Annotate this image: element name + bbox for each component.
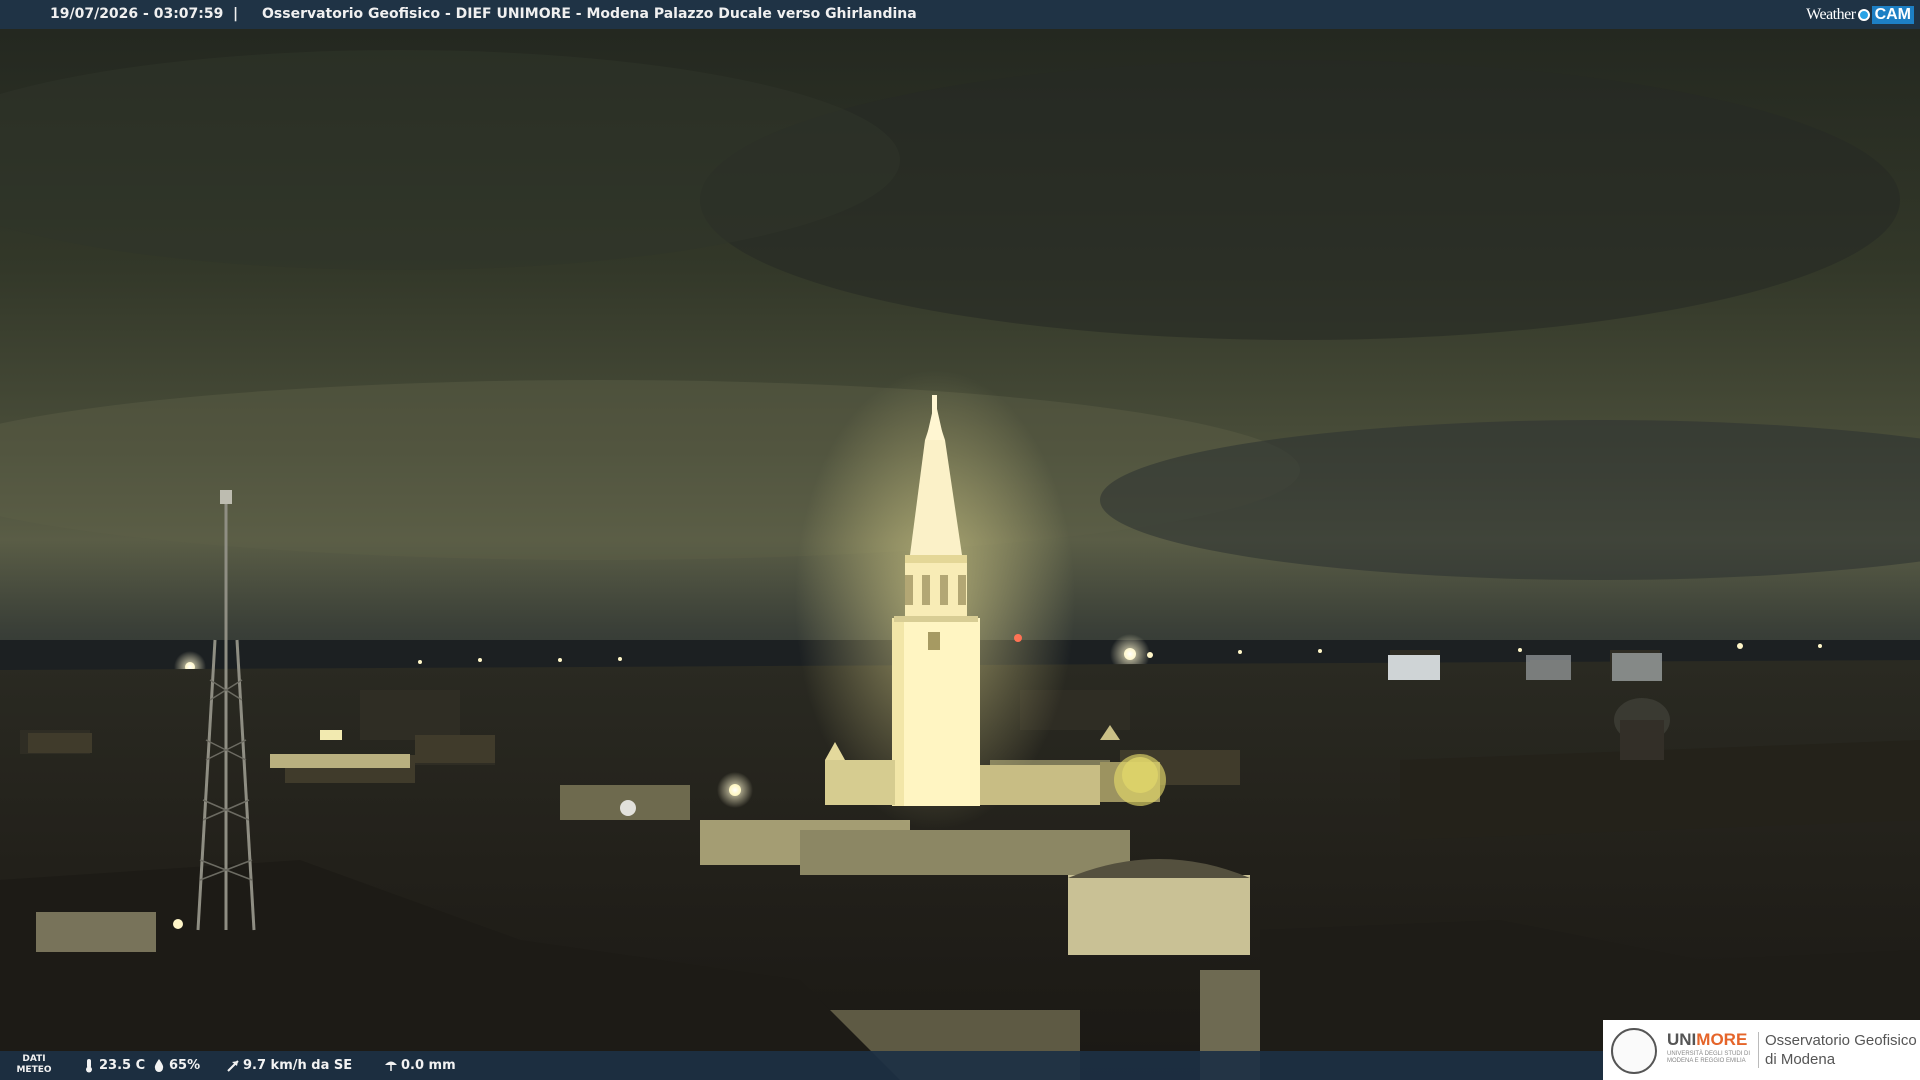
thermometer-icon — [86, 1059, 92, 1073]
humidity-item: 65% — [152, 1058, 200, 1073]
unimore-subtitle: UNIVERSITÀ DEGLI STUDI DI MODENA E REGGI… — [1667, 1051, 1751, 1064]
weathercam-logo: Weather CAM — [1806, 4, 1914, 26]
brand-dot-icon — [1857, 9, 1870, 21]
observatory-line2: di Modena — [1765, 1051, 1836, 1068]
humidity-value: 65% — [169, 1058, 201, 1073]
meteo-bar: DATI METEO 23.5 C 65% 9.7 km/h da SE 0.0… — [0, 1051, 1605, 1080]
wind-item: 9.7 km/h da SE — [226, 1058, 352, 1073]
wind-value: 9.7 km/h da SE — [243, 1058, 353, 1073]
observatory-line1: Osservatorio Geofisico — [1765, 1032, 1917, 1049]
rain-value: 0.0 mm — [401, 1058, 456, 1073]
brand-weather: Weather — [1806, 6, 1856, 23]
logo-divider — [1758, 1032, 1759, 1068]
brand-cam: CAM — [1871, 6, 1914, 24]
timestamp: 19/07/2026 - 03:07:59 — [50, 6, 224, 22]
observatory-name: Osservatorio Geofisico di Modena — [1765, 1031, 1917, 1069]
title-bar: 19/07/2026 - 03:07:59 | Osservatorio Geo… — [0, 0, 1920, 29]
camera-title: Osservatorio Geofisico - DIEF UNIMORE - … — [262, 6, 917, 22]
temperature-item: 23.5 C — [82, 1058, 145, 1073]
meteo-label: DATI METEO — [16, 1054, 52, 1075]
title-separator: | — [233, 6, 239, 22]
unimore-uni: UNI — [1667, 1030, 1697, 1049]
rain-item: 0.0 mm — [384, 1058, 456, 1073]
university-seal-icon — [1611, 1028, 1657, 1074]
unimore-logo-box: UNIMORE UNIVERSITÀ DEGLI STUDI DI MODENA… — [1603, 1020, 1920, 1080]
umbrella-icon — [385, 1061, 397, 1071]
temperature-value: 23.5 C — [99, 1058, 146, 1073]
drop-icon — [154, 1059, 164, 1072]
wind-vane-icon — [227, 1060, 239, 1072]
webcam-image — [0, 0, 1920, 1080]
unimore-wordmark: UNIMORE — [1667, 1030, 1747, 1050]
unimore-more: MORE — [1696, 1030, 1748, 1049]
